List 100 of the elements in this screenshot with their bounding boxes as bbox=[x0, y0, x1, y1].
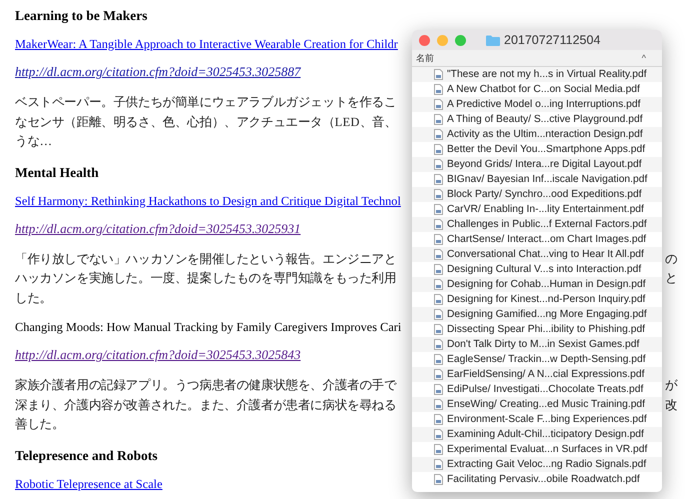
file-row[interactable]: EnseWing/ Creating...ed Music Training.pdf bbox=[412, 397, 662, 412]
document-icon bbox=[434, 159, 443, 170]
window-title: 20170727112504 bbox=[504, 32, 600, 48]
file-name: Extracting Gait Veloc...ng Radio Signals.pdf bbox=[447, 458, 646, 471]
section-heading: Learning to be Makers bbox=[15, 7, 148, 25]
document-icon bbox=[434, 429, 443, 440]
text-fragment: が bbox=[665, 377, 677, 394]
document-icon bbox=[434, 69, 443, 80]
document-icon bbox=[434, 474, 443, 485]
file-name: EnseWing/ Creating...ed Music Training.pdf bbox=[447, 398, 646, 411]
file-name: "These are not my h...s in Virtual Reality.pdf bbox=[447, 68, 647, 81]
file-name: ChartSense/ Interact...om Chart Images.pdf bbox=[447, 233, 646, 246]
file-name: Block Party/ Synchro...ood Expeditions.pdf bbox=[447, 188, 642, 201]
file-row[interactable]: Designing Gamified...ng More Engaging.pdf bbox=[412, 307, 662, 322]
file-row[interactable]: A Thing of Beauty/ S...ctive Playground.pdf bbox=[412, 112, 662, 127]
document-icon bbox=[434, 99, 443, 110]
file-row[interactable]: Block Party/ Synchro...ood Expeditions.pdf bbox=[412, 187, 662, 202]
description-line: なセンサ（距離、明るさ、色、心拍）、アクチュエータ（LED、音、 bbox=[15, 114, 397, 130]
file-name: Conversational Chat...ving to Hear It All.pdf bbox=[447, 248, 644, 261]
description-line: ベストペーパー。子供たちが簡単にウェアラブルガジェットを作るこ bbox=[15, 94, 396, 111]
sort-indicator: ^ bbox=[642, 52, 646, 64]
file-row[interactable]: Activity as the Ultim...nteraction Design.pdf bbox=[412, 127, 662, 142]
file-name: Designing for Cohab...Human in Design.pdf bbox=[447, 278, 646, 291]
file-name: Beyond Grids/ Intera...re Digital Layout.pdf bbox=[447, 158, 642, 171]
document-icon bbox=[434, 309, 443, 320]
file-row[interactable]: Conversational Chat...ving to Hear It All.pdf bbox=[412, 247, 662, 262]
file-row[interactable]: Designing Cultural V...s into Interaction.pdf bbox=[412, 262, 662, 277]
minimize-button[interactable] bbox=[437, 34, 448, 46]
file-row[interactable]: Challenges in Public...f External Factors.pdf bbox=[412, 217, 662, 232]
file-row[interactable]: EdiPulse/ Investigati...Chocolate Treats.pdf bbox=[412, 382, 662, 397]
file-name: Environment-Scale F...bing Experiences.pdf bbox=[447, 413, 647, 426]
file-name: Designing Gamified...ng More Engaging.pdf bbox=[447, 308, 647, 321]
document-icon bbox=[434, 114, 443, 125]
file-row[interactable]: BIGnav/ Bayesian Inf...iscale Navigation.pdf bbox=[412, 172, 662, 187]
document-icon bbox=[434, 174, 443, 185]
file-row[interactable]: Environment-Scale F...bing Experiences.pdf bbox=[412, 412, 662, 427]
section-heading: Telepresence and Robots bbox=[15, 446, 158, 464]
file-name: A Predictive Model o...ing Interruptions.pdf bbox=[447, 98, 640, 111]
file-row[interactable]: CarVR/ Enabling In-...lity Entertainment.pdf bbox=[412, 202, 662, 217]
zoom-button[interactable] bbox=[455, 34, 466, 46]
file-name: Dissecting Spear Phi...ibility to Phishing.pdf bbox=[447, 323, 646, 336]
close-button[interactable] bbox=[419, 34, 430, 46]
file-row[interactable]: Dissecting Spear Phi...ibility to Phishing.pdf bbox=[412, 322, 662, 337]
citation-link[interactable]: http://dl.acm.org/citation.cfm?doid=3025453.3025931 bbox=[15, 218, 301, 238]
file-name: Activity as the Ultim...nteraction Design.pdf bbox=[447, 128, 643, 141]
file-row[interactable]: Extracting Gait Veloc...ng Radio Signals.pdf bbox=[412, 457, 662, 472]
article-link[interactable]: MakerWear: A Tangible Approach to Interactive Wearable Creation for Childr bbox=[15, 35, 398, 54]
file-row[interactable]: ChartSense/ Interact...om Chart Images.pdf bbox=[412, 232, 662, 247]
document-icon bbox=[434, 384, 443, 395]
file-row[interactable]: EarFieldSensing/ A N...cial Expressions.pdf bbox=[412, 367, 662, 382]
document-icon bbox=[434, 339, 443, 350]
file-name: Examining Adult-Chil...ticipatory Design.pdf bbox=[447, 428, 644, 441]
folder-icon bbox=[486, 34, 500, 46]
text-fragment: と bbox=[665, 270, 677, 287]
file-name: BIGnav/ Bayesian Inf...iscale Navigation.pdf bbox=[447, 173, 648, 186]
document-icon bbox=[434, 369, 443, 380]
text-fragment: 改 bbox=[665, 396, 677, 414]
document-icon bbox=[434, 444, 443, 455]
file-row[interactable]: Examining Adult-Chil...ticipatory Design.pdf bbox=[412, 427, 662, 442]
document-icon bbox=[434, 279, 443, 290]
file-row[interactable]: Designing for Kinest...nd-Person Inquiry.pdf bbox=[412, 292, 662, 307]
document-icon bbox=[434, 354, 443, 365]
document-icon bbox=[434, 144, 443, 155]
file-row[interactable]: Beyond Grids/ Intera...re Digital Layout.pdf bbox=[412, 157, 662, 172]
file-name: EdiPulse/ Investigati...Chocolate Treats.pdf bbox=[447, 383, 644, 396]
document-icon bbox=[434, 399, 443, 410]
file-name: Designing for Kinest...nd-Person Inquiry.pdf bbox=[447, 293, 646, 306]
file-row[interactable]: A Predictive Model o...ing Interruptions.pdf bbox=[412, 97, 662, 112]
file-name: Don't Talk Dirty to M...in Sexist Games.pdf bbox=[447, 338, 640, 351]
file-row[interactable]: Facilitating Pervasiv...obile Roadwatch.pdf bbox=[412, 472, 662, 487]
file-row[interactable]: "These are not my h...s in Virtual Reality.pdf bbox=[412, 67, 662, 82]
file-name: EarFieldSensing/ A N...cial Expressions.pdf bbox=[447, 368, 644, 381]
column-title: 名前 bbox=[416, 52, 434, 64]
file-name: EagleSense/ Trackin...w Depth-Sensing.pdf bbox=[447, 353, 646, 366]
document-icon bbox=[434, 264, 443, 275]
file-row[interactable]: Experimental Evaluat...n Surfaces in VR.pdf bbox=[412, 442, 662, 457]
file-name: A New Chatbot for C...on Social Media.pdf bbox=[447, 83, 640, 96]
file-name: Experimental Evaluat...n Surfaces in VR.pdf bbox=[447, 443, 648, 456]
file-row[interactable]: Designing for Cohab...Human in Design.pdf bbox=[412, 277, 662, 292]
description-line: 善した。 bbox=[15, 416, 64, 433]
document-icon bbox=[434, 234, 443, 245]
file-row[interactable]: EagleSense/ Trackin...w Depth-Sensing.pdf bbox=[412, 352, 662, 367]
file-row[interactable]: A New Chatbot for C...on Social Media.pdf bbox=[412, 82, 662, 97]
citation-link[interactable]: http://dl.acm.org/citation.cfm?doid=3025453.3025843 bbox=[15, 345, 301, 364]
file-row[interactable]: Better the Devil You...Smartphone Apps.pdf bbox=[412, 142, 662, 157]
column-header[interactable]: 名前 ^ bbox=[412, 50, 662, 67]
section-heading: Mental Health bbox=[15, 164, 99, 182]
document-icon bbox=[434, 189, 443, 200]
file-row[interactable]: Don't Talk Dirty to M...in Sexist Games.pdf bbox=[412, 337, 662, 352]
document-icon bbox=[434, 219, 443, 230]
article-link[interactable]: Robotic Telepresence at Scale bbox=[15, 474, 162, 494]
document-icon bbox=[434, 129, 443, 140]
description-line: した。 bbox=[15, 290, 52, 306]
citation-link[interactable]: http://dl.acm.org/citation.cfm?doid=3025453.3025887 bbox=[15, 62, 301, 81]
article-link[interactable]: Self Harmony: Rethinking Hackathons to Design and Critique Digital Technol bbox=[15, 192, 401, 210]
file-name: Better the Devil You...Smartphone Apps.pdf bbox=[447, 143, 646, 156]
description-line: ハッカソンを実施した。一度、提案したものを専門知識をもった利用 bbox=[15, 270, 396, 287]
document-icon bbox=[434, 204, 443, 215]
description-line: 「作り放しでない」ハッカソンを開催したという報告。エンジニアと bbox=[15, 250, 396, 268]
document-icon bbox=[434, 459, 443, 470]
